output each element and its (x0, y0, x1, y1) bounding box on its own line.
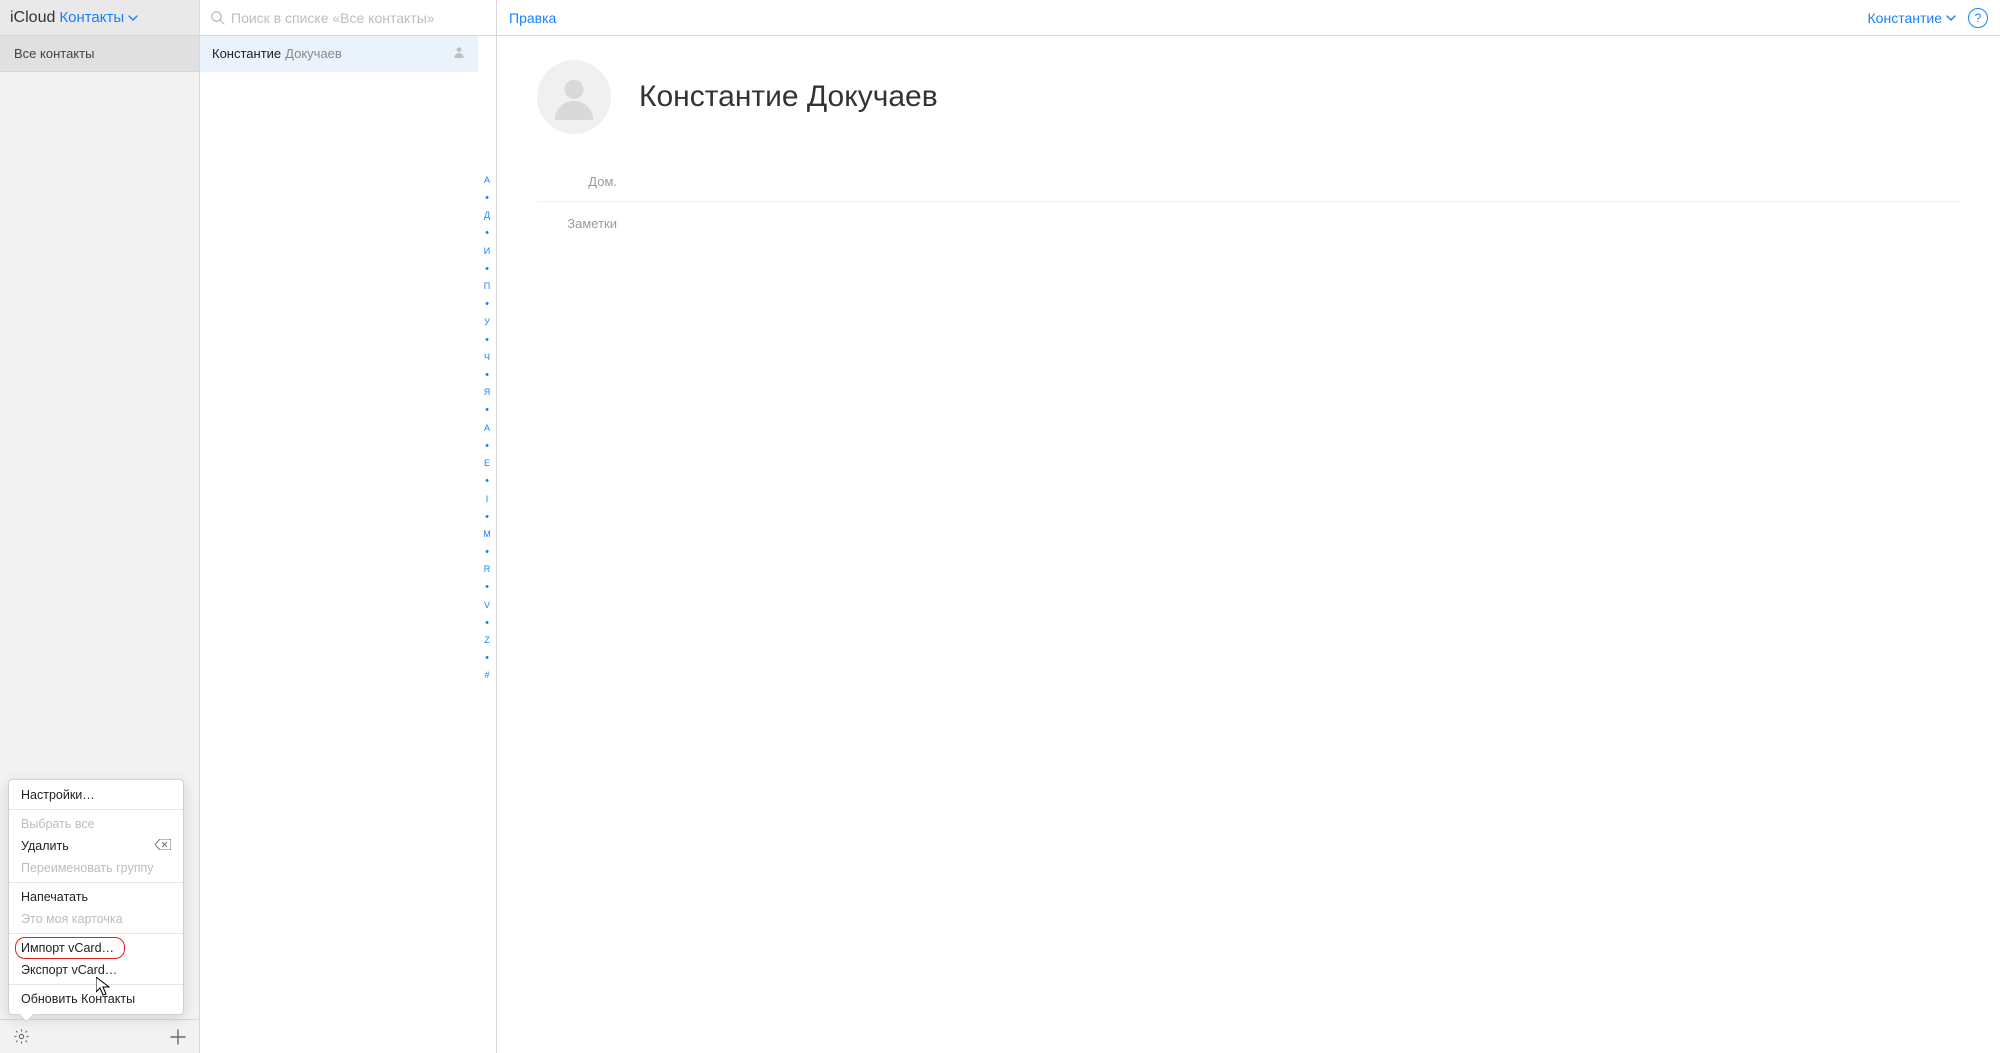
menu-select-all: Выбрать все (9, 813, 183, 835)
avatar[interactable] (537, 60, 611, 134)
alpha-index-dot[interactable]: • (485, 515, 489, 519)
me-menu-label: Константие (1868, 10, 1942, 26)
menu-settings[interactable]: Настройки… (9, 784, 183, 806)
groups-footer (0, 1019, 199, 1053)
contact-list-column: Константие Докучаев А • Д • И • П • У • Ч • Я • A • E • I •… (200, 36, 497, 1053)
contact-detail: Константие Докучаев Дом. Заметки (497, 36, 2000, 1053)
alpha-index-dot[interactable]: • (485, 196, 489, 200)
gear-icon (13, 1028, 30, 1045)
detail-name: Константие Докучаев (639, 80, 938, 114)
alpha-index-dot[interactable]: • (485, 302, 489, 306)
alpha-index-dot[interactable]: • (485, 550, 489, 554)
settings-gear-button[interactable] (10, 1026, 32, 1048)
chevron-down-icon (128, 13, 138, 23)
settings-menu: Настройки… Выбрать все Удалить Переимено… (8, 779, 184, 1015)
app-switcher[interactable]: Контакты (59, 9, 138, 26)
menu-delete-label: Удалить (21, 839, 69, 853)
alpha-index-letter[interactable]: У (484, 318, 490, 327)
main-area: Все контакты Настройки… Выбрать все Удал… (0, 36, 2000, 1053)
group-all-contacts[interactable]: Все контакты (0, 36, 199, 72)
groups-sidebar: Все контакты Настройки… Выбрать все Удал… (0, 36, 200, 1053)
alpha-index-dot[interactable]: • (485, 656, 489, 660)
detail-field-home[interactable]: Дом. (537, 162, 1960, 202)
alpha-index-letter[interactable]: Ч (484, 353, 490, 362)
alpha-index-letter[interactable]: M (483, 530, 491, 539)
detail-header: Константие Докучаев (537, 60, 1960, 134)
menu-print[interactable]: Напечатать (9, 886, 183, 908)
search-field-wrap[interactable] (200, 0, 497, 35)
alpha-index-letter[interactable]: I (486, 495, 489, 504)
top-bar: iCloud Контакты Правка Константие ? (0, 0, 2000, 36)
alpha-index-letter[interactable]: R (484, 565, 491, 574)
help-button[interactable]: ? (1968, 8, 1988, 28)
menu-import-vcard[interactable]: Импорт vCard… (9, 937, 183, 959)
alpha-index-dot[interactable]: • (485, 408, 489, 412)
menu-my-card: Это моя карточка (9, 908, 183, 930)
menu-export-vcard[interactable]: Экспорт vCard… (9, 959, 183, 981)
alpha-index-dot[interactable]: • (485, 444, 489, 448)
me-menu[interactable]: Константие (1868, 10, 1956, 26)
detail-home-label: Дом. (537, 174, 617, 189)
menu-rename-group: Переименовать группу (9, 857, 183, 879)
detail-field-notes[interactable]: Заметки (537, 216, 1960, 231)
contact-first-name: Константие (212, 46, 281, 61)
alpha-index-letter[interactable]: Я (484, 388, 491, 397)
me-card-icon (452, 45, 466, 62)
alpha-index-letter[interactable]: Д (484, 211, 490, 220)
alpha-index-letter[interactable]: П (484, 282, 490, 291)
alpha-index-letter[interactable]: V (484, 601, 490, 610)
topbar-left: iCloud Контакты (0, 0, 200, 35)
plus-icon (170, 1029, 186, 1045)
backspace-icon (155, 839, 171, 853)
contact-row-selected[interactable]: Константие Докучаев (200, 36, 478, 72)
alpha-index-letter[interactable]: A (484, 424, 490, 433)
contact-last-name: Докучаев (285, 46, 342, 61)
person-icon (551, 74, 597, 120)
topbar-right: Правка Константие ? (497, 0, 2000, 35)
alpha-index[interactable]: А • Д • И • П • У • Ч • Я • A • E • I • M • R • V • Z • # (478, 36, 496, 1053)
alpha-index-letter[interactable]: E (484, 459, 490, 468)
detail-notes-label: Заметки (537, 216, 617, 231)
search-icon (210, 10, 225, 25)
alpha-index-dot[interactable]: • (485, 338, 489, 342)
alpha-index-dot[interactable]: • (485, 267, 489, 271)
chevron-down-icon (1946, 13, 1956, 23)
edit-button[interactable]: Правка (509, 10, 556, 26)
alpha-index-letter[interactable]: И (484, 247, 490, 256)
alpha-index-dot[interactable]: • (485, 479, 489, 483)
contact-list: Константие Докучаев (200, 36, 478, 1053)
menu-delete[interactable]: Удалить (9, 835, 183, 857)
alpha-index-dot[interactable]: • (485, 585, 489, 589)
alpha-index-letter[interactable]: А (484, 176, 490, 185)
alpha-index-letter[interactable]: # (484, 671, 489, 680)
add-button[interactable] (167, 1026, 189, 1048)
alpha-index-letter[interactable]: Z (484, 636, 490, 645)
brand-label: iCloud (10, 9, 55, 27)
search-input[interactable] (231, 10, 486, 26)
app-switcher-label: Контакты (59, 9, 124, 26)
alpha-index-dot[interactable]: • (485, 231, 489, 235)
alpha-index-dot[interactable]: • (485, 373, 489, 377)
alpha-index-dot[interactable]: • (485, 621, 489, 625)
menu-refresh[interactable]: Обновить Контакты (9, 988, 183, 1010)
